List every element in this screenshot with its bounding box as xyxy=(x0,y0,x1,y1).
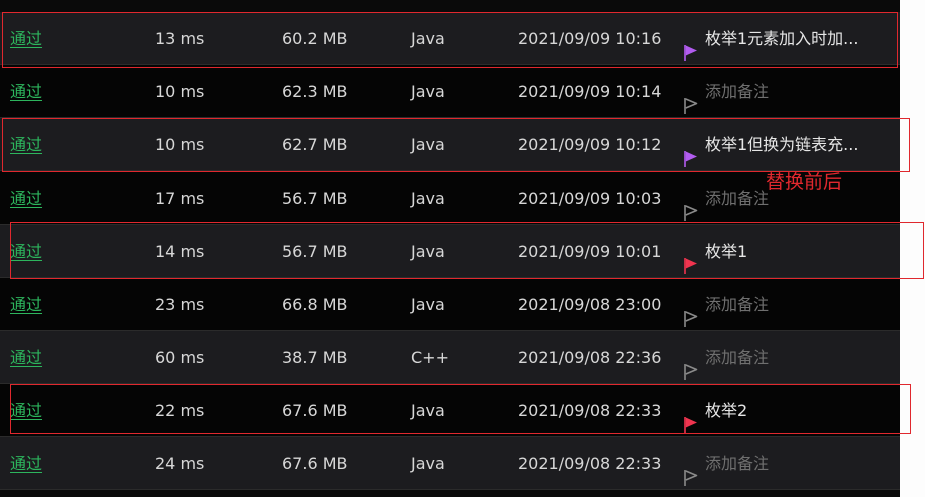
submitted-at: 2021/09/09 10:12 xyxy=(518,135,662,154)
language-value: Java xyxy=(411,29,445,48)
note-text[interactable]: 添加备注 xyxy=(705,65,769,118)
submission-row[interactable]: 通过 22 ms 67.6 MB Java 2021/09/08 22:33 枚… xyxy=(0,384,900,437)
memory-value: 38.7 MB xyxy=(282,348,348,367)
note-button[interactable]: 添加备注 xyxy=(683,65,769,118)
submitted-at: 2021/09/09 10:03 xyxy=(518,189,662,208)
status-link[interactable]: 通过 xyxy=(10,384,42,437)
flag-icon xyxy=(683,83,699,114)
note-button[interactable]: 添加备注 xyxy=(683,172,769,225)
note-button[interactable]: 枚举1但换为链表充... xyxy=(683,118,858,171)
note-text[interactable]: 添加备注 xyxy=(705,278,769,331)
language-value: Java xyxy=(411,454,445,473)
runtime-value: 10 ms xyxy=(155,82,205,101)
language-value: Java xyxy=(411,242,445,261)
submitted-at: 2021/09/08 22:33 xyxy=(518,401,662,420)
flag-icon xyxy=(683,349,699,380)
flag-icon xyxy=(683,190,699,221)
memory-value: 67.6 MB xyxy=(282,401,348,420)
runtime-value: 23 ms xyxy=(155,295,205,314)
note-button[interactable]: 枚举2 xyxy=(683,384,747,437)
memory-value: 56.7 MB xyxy=(282,189,348,208)
status-link[interactable]: 通过 xyxy=(10,172,42,225)
flag-icon xyxy=(683,136,699,167)
note-button[interactable]: 枚举1 xyxy=(683,225,747,278)
status-link[interactable]: 通过 xyxy=(10,65,42,118)
submission-row[interactable]: 通过 14 ms 56.7 MB Java 2021/09/09 10:01 枚… xyxy=(0,225,900,278)
submitted-at: 2021/09/08 22:33 xyxy=(518,454,662,473)
runtime-value: 24 ms xyxy=(155,454,205,473)
note-text[interactable]: 枚举1但换为链表充... xyxy=(705,118,858,171)
submission-row[interactable]: 通过 23 ms 66.8 MB Java 2021/09/08 23:00 添… xyxy=(0,278,900,331)
note-button[interactable]: 添加备注 xyxy=(683,278,769,331)
note-text[interactable]: 添加备注 xyxy=(705,172,769,225)
runtime-value: 10 ms xyxy=(155,135,205,154)
submission-row[interactable]: 通过 24 ms 67.6 MB Java 2021/09/08 22:33 添… xyxy=(0,437,900,490)
submission-row[interactable]: 通过 10 ms 62.7 MB Java 2021/09/09 10:12 枚… xyxy=(0,118,900,171)
language-value: C++ xyxy=(411,348,449,367)
note-button[interactable]: 添加备注 xyxy=(683,331,769,384)
status-link[interactable]: 通过 xyxy=(10,331,42,384)
language-value: Java xyxy=(411,295,445,314)
memory-value: 62.7 MB xyxy=(282,135,348,154)
memory-value: 67.6 MB xyxy=(282,454,348,473)
status-link[interactable]: 通过 xyxy=(10,118,42,171)
submission-row[interactable]: 通过 17 ms 56.7 MB Java 2021/09/09 10:03 添… xyxy=(0,172,900,225)
language-value: Java xyxy=(411,135,445,154)
memory-value: 62.3 MB xyxy=(282,82,348,101)
submissions-table: 通过 13 ms 60.2 MB Java 2021/09/09 10:16 枚… xyxy=(0,0,900,497)
submitted-at: 2021/09/08 23:00 xyxy=(518,295,662,314)
flag-icon xyxy=(683,243,699,274)
flag-icon xyxy=(683,455,699,486)
language-value: Java xyxy=(411,189,445,208)
status-link[interactable]: 通过 xyxy=(10,225,42,278)
flag-icon xyxy=(683,30,699,61)
memory-value: 66.8 MB xyxy=(282,295,348,314)
note-text[interactable]: 枚举1元素加入时加... xyxy=(705,12,858,65)
runtime-value: 60 ms xyxy=(155,348,205,367)
memory-value: 56.7 MB xyxy=(282,242,348,261)
scrollbar-gutter[interactable] xyxy=(900,0,925,497)
note-text[interactable]: 枚举2 xyxy=(705,384,747,437)
language-value: Java xyxy=(411,82,445,101)
flag-icon xyxy=(683,402,699,433)
submission-history: 通过 13 ms 60.2 MB Java 2021/09/09 10:16 枚… xyxy=(0,0,925,497)
status-link[interactable]: 通过 xyxy=(10,278,42,331)
note-button[interactable]: 添加备注 xyxy=(683,437,769,490)
submitted-at: 2021/09/09 10:01 xyxy=(518,242,662,261)
note-button[interactable]: 枚举1元素加入时加... xyxy=(683,12,858,65)
status-link[interactable]: 通过 xyxy=(10,437,42,490)
annotation-label: 替换前后 xyxy=(766,171,843,193)
runtime-value: 17 ms xyxy=(155,189,205,208)
submitted-at: 2021/09/09 10:14 xyxy=(518,82,662,101)
runtime-value: 14 ms xyxy=(155,242,205,261)
runtime-value: 22 ms xyxy=(155,401,205,420)
memory-value: 60.2 MB xyxy=(282,29,348,48)
note-text[interactable]: 添加备注 xyxy=(705,331,769,384)
submission-row[interactable]: 通过 13 ms 60.2 MB Java 2021/09/09 10:16 枚… xyxy=(0,12,900,65)
language-value: Java xyxy=(411,401,445,420)
runtime-value: 13 ms xyxy=(155,29,205,48)
flag-icon xyxy=(683,296,699,327)
status-link[interactable]: 通过 xyxy=(10,12,42,65)
submission-row[interactable]: 通过 10 ms 62.3 MB Java 2021/09/09 10:14 添… xyxy=(0,65,900,118)
note-text[interactable]: 添加备注 xyxy=(705,437,769,490)
submission-row[interactable]: 通过 60 ms 38.7 MB C++ 2021/09/08 22:36 添加… xyxy=(0,331,900,384)
submitted-at: 2021/09/09 10:16 xyxy=(518,29,662,48)
note-text[interactable]: 枚举1 xyxy=(705,225,747,278)
submitted-at: 2021/09/08 22:36 xyxy=(518,348,662,367)
